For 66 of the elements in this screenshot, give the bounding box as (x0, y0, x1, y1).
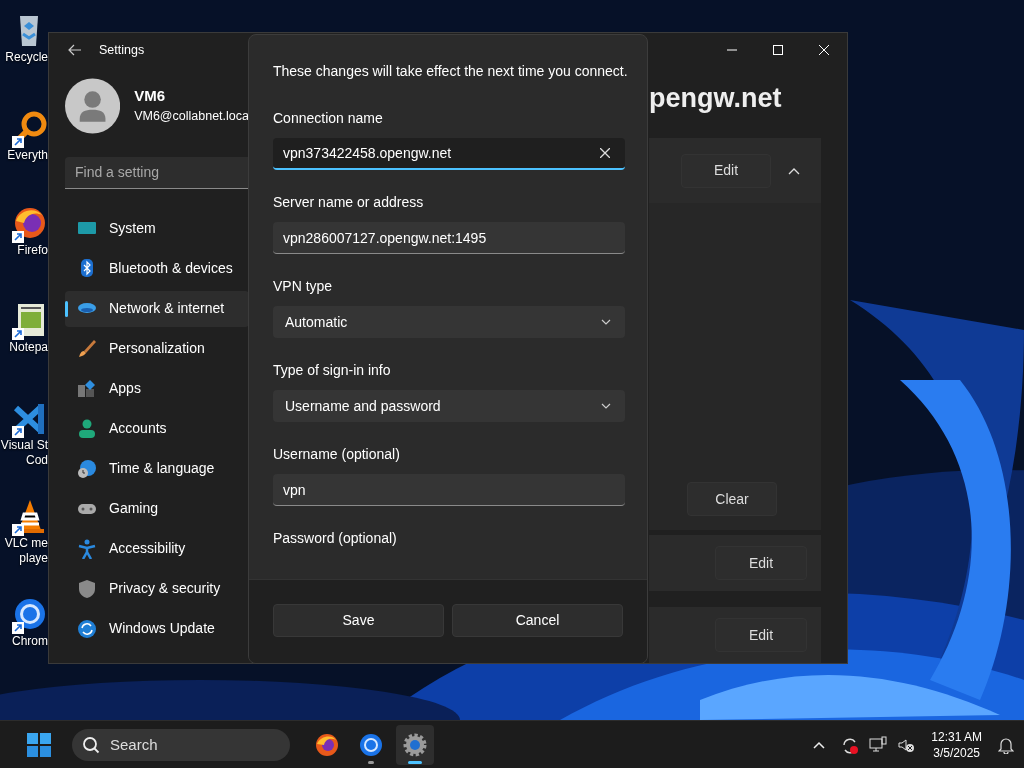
nav-item[interactable]: Apps (65, 370, 249, 407)
taskbar-app[interactable] (396, 724, 434, 765)
person-icon (77, 418, 97, 439)
user-email: VM6@collabnet.loca (134, 108, 249, 126)
brush-icon (77, 338, 97, 359)
firefox-icon[interactable] (12, 205, 48, 243)
bell-icon[interactable] (998, 735, 1014, 754)
magnifier-icon[interactable] (12, 110, 48, 148)
page-title: pengw.net (649, 81, 783, 115)
windows-logo-icon (27, 732, 51, 757)
chevron-up-icon (788, 166, 800, 175)
dropdown[interactable]: Automatic (273, 306, 625, 338)
gear-icon (403, 732, 427, 757)
clear-button[interactable]: Clear (687, 482, 777, 516)
browser-icon (359, 732, 383, 757)
field-label: VPN type (273, 277, 334, 296)
window-title: Settings (99, 41, 145, 59)
chevron-down-icon (601, 319, 611, 325)
nav-item[interactable]: System (65, 210, 249, 247)
field-label: Username (optional) (273, 445, 401, 464)
edit-button[interactable]: Edit (681, 153, 771, 188)
search-icon (82, 735, 100, 754)
chevron-down-icon (601, 403, 611, 409)
cancel-button[interactable]: Cancel (452, 604, 623, 637)
shield-icon (77, 578, 97, 599)
dropdown[interactable]: Username and password (273, 390, 625, 422)
icon-label: playe (18, 551, 48, 566)
icon-label: Recycle (4, 50, 48, 65)
apps-icon (77, 378, 97, 399)
icon-label: Cod (25, 453, 48, 468)
refresh-icon (77, 618, 97, 639)
field-label: Password (optional) (273, 529, 398, 548)
save-button[interactable]: Save (273, 604, 444, 637)
field-label: Connection name (273, 109, 384, 128)
network-wired-icon[interactable] (869, 735, 888, 754)
nav-item[interactable]: Accessibility (65, 530, 249, 567)
back-arrow-icon (68, 44, 82, 57)
maximize-icon (773, 45, 783, 56)
icon-label: Chrom (11, 634, 48, 649)
nav-item[interactable]: Accounts (65, 410, 249, 447)
field-label: Server name or address (273, 193, 425, 212)
clock-date[interactable]: 3/5/2025 (933, 744, 980, 761)
icon-label: Firefo (16, 243, 48, 258)
avatar-icon (65, 75, 121, 136)
nav-item[interactable]: Personalization (65, 330, 249, 367)
close-icon (600, 148, 610, 158)
field-label: Type of sign-in info (273, 361, 392, 380)
browser-icon[interactable] (12, 596, 48, 634)
globe-clock-icon (77, 458, 97, 479)
firefox-icon (315, 732, 339, 757)
edit-button[interactable]: Edit (715, 546, 807, 580)
close-icon (819, 45, 829, 56)
clock-time[interactable]: 12:31 AM (931, 728, 982, 745)
edit-button[interactable]: Edit (715, 618, 807, 652)
search-field[interactable]: Search (110, 728, 280, 761)
icon-label: Visual St (0, 438, 48, 453)
icon-label: Notepa (8, 340, 48, 355)
icon-label: Everyth (6, 148, 48, 163)
nav-item[interactable]: Privacy & security (65, 570, 249, 607)
accessibility-icon (77, 538, 97, 559)
chevron-up-icon (813, 740, 826, 749)
search-field[interactable]: Find a setting (65, 156, 249, 189)
user-name: VM6 (134, 85, 166, 106)
search-box[interactable]: Search (72, 728, 290, 761)
nav-item[interactable]: Network & internet (65, 290, 249, 327)
icon-label: VLC me (3, 536, 48, 551)
